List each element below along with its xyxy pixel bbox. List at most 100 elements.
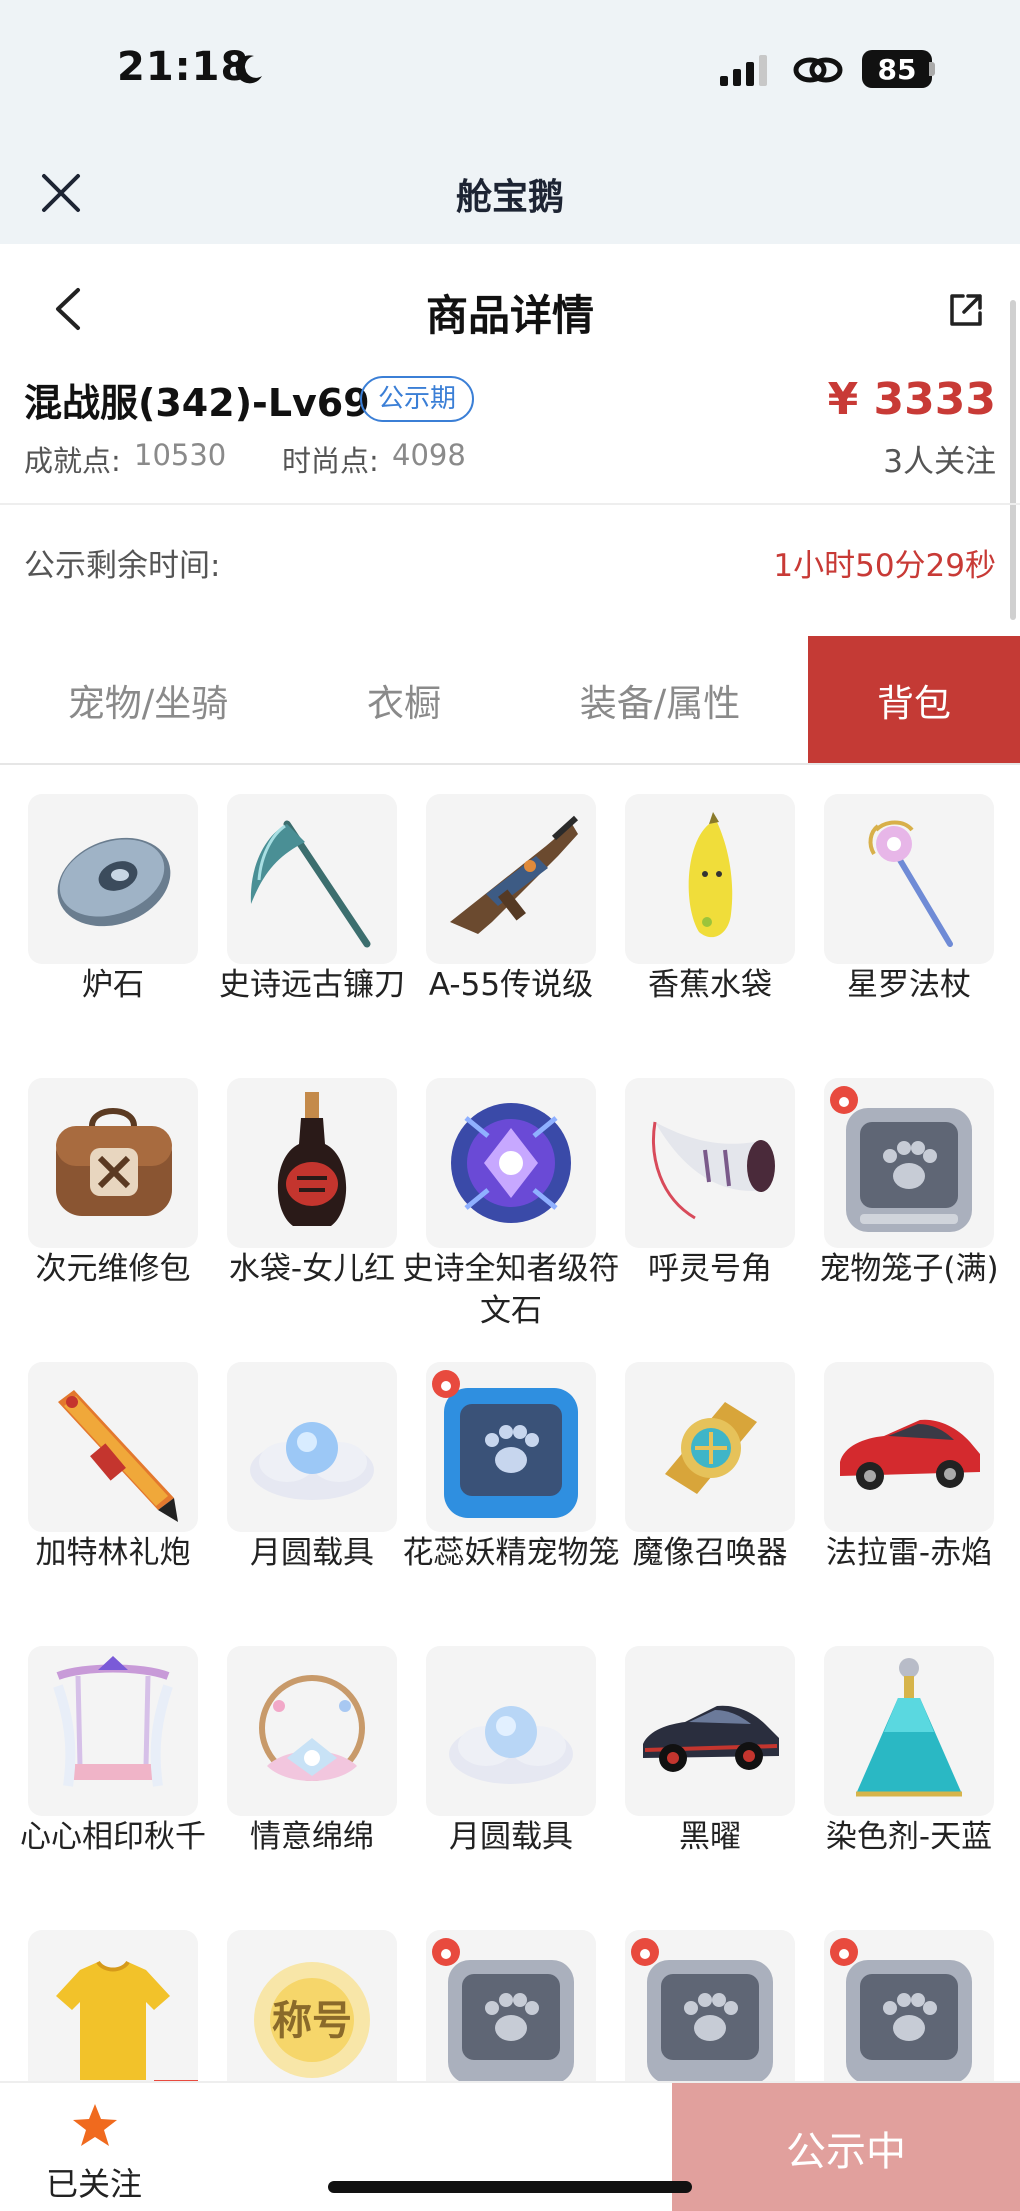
item-label: 炉石	[82, 967, 144, 1003]
item-tile	[824, 794, 994, 964]
item-label: 史诗远古镰刀	[219, 967, 405, 1003]
countdown-value: 1小时50分29秒	[773, 548, 996, 584]
blue-pet-cage-icon	[432, 1370, 578, 1518]
hearthstone-icon	[57, 837, 171, 927]
item-tile	[227, 1362, 397, 1532]
item-label: 法拉雷-赤焰	[825, 1535, 993, 1571]
item-tile	[28, 1078, 198, 1248]
pet-cage-icon	[830, 1938, 972, 2084]
status-bar: 21:18 85	[0, 0, 1020, 140]
tab-equipment[interactable]: 装备/属性	[512, 636, 808, 764]
item-label: 心心相印秋千	[20, 1819, 206, 1855]
achievement-value: 10530	[134, 438, 227, 472]
tab-wardrobe[interactable]: 衣橱	[296, 636, 512, 764]
signal-icon	[720, 55, 767, 86]
product-price: ¥ 3333	[827, 374, 996, 425]
tab-bar: 宠物/坐骑 衣橱 装备/属性 背包	[0, 636, 1020, 764]
item-tile	[625, 1930, 795, 2100]
title-badge-icon: 称号	[254, 1962, 370, 2078]
watcher-count: 3人关注	[883, 444, 996, 480]
staff-icon	[868, 820, 953, 947]
link-icon	[793, 57, 843, 83]
pet-cage-icon	[830, 1086, 972, 1232]
pet-cage-icon	[631, 1938, 773, 2084]
item-label: 月圆载具	[449, 1819, 573, 1855]
item-tile	[28, 1930, 198, 2100]
moon-vehicle-icon	[449, 1706, 573, 1784]
dye-bottle-icon	[856, 1658, 962, 1797]
item-tile	[625, 794, 795, 964]
tab-pets-mounts[interactable]: 宠物/坐骑	[0, 636, 296, 764]
item-tile	[227, 794, 397, 964]
horn-icon	[652, 1121, 775, 1220]
mini-app-nav: 舱宝鹅	[0, 140, 1020, 244]
rifle-icon	[450, 815, 579, 934]
item-label: 香蕉水袋	[648, 967, 772, 1003]
item-tile	[824, 1930, 994, 2100]
item-tile: 称号	[227, 1930, 397, 2100]
item-tile	[426, 1362, 596, 1532]
page-header: 商品详情	[0, 244, 1020, 364]
follow-button[interactable]: 已关注	[46, 2159, 142, 2205]
divider	[0, 503, 1020, 505]
item-label: 黑曜	[679, 1819, 741, 1855]
item-tile	[426, 1078, 596, 1248]
fashion-label: 时尚点:	[282, 444, 379, 478]
item-tile	[227, 1646, 397, 1816]
public-status-button[interactable]: 公示中	[672, 2083, 1020, 2211]
item-label: 月圆载具	[250, 1535, 374, 1571]
battery-tip	[929, 62, 935, 76]
gatling-cannon-icon	[58, 1390, 178, 1522]
item-tile	[625, 1646, 795, 1816]
item-tile	[28, 1362, 198, 1532]
item-label: A-55传说级	[428, 967, 594, 1003]
item-tile	[625, 1078, 795, 1248]
item-tile	[227, 1078, 397, 1248]
item-tile	[426, 794, 596, 964]
item-label: 加特林礼炮	[35, 1535, 191, 1571]
item-tile	[824, 1646, 994, 1816]
wine-bottle-icon	[277, 1092, 347, 1226]
item-label: 水袋-女儿红	[228, 1251, 396, 1287]
status-badge: 公示期	[360, 376, 475, 422]
item-label: 星罗法杖	[847, 967, 971, 1003]
banana-icon	[688, 812, 733, 938]
golem-summoner-icon	[665, 1402, 757, 1494]
item-label: 花蕊妖精宠物笼	[402, 1535, 620, 1571]
item-tile	[28, 1646, 198, 1816]
achievement-label: 成就点:	[24, 444, 121, 478]
fashion-value: 4098	[392, 438, 466, 472]
star-icon[interactable]	[70, 2101, 120, 2151]
product-name: 混战服(342)-Lv69	[24, 381, 370, 425]
scrollbar[interactable]	[1010, 300, 1016, 620]
item-label: 宠物笼子(满)	[819, 1251, 999, 1287]
moon-icon	[235, 55, 262, 84]
item-label: 史诗全知者级符文石	[402, 1251, 620, 1329]
item-tile	[824, 1078, 994, 1248]
black-car-icon	[643, 1705, 779, 1772]
tab-divider	[0, 763, 1020, 765]
rune-stone-icon	[451, 1103, 571, 1223]
red-car-icon	[840, 1419, 980, 1490]
shirt-icon	[56, 1960, 198, 2100]
pet-cage-icon	[432, 1938, 574, 2084]
item-tile	[28, 794, 198, 964]
countdown-label: 公示剩余时间:	[24, 548, 221, 584]
page-title: 商品详情	[425, 291, 594, 340]
item-label: 染色剂-天蓝	[825, 1819, 993, 1855]
share-icon[interactable]	[948, 292, 984, 328]
swing-icon	[53, 1656, 173, 1787]
item-tile	[426, 1930, 596, 2100]
item-tile	[824, 1362, 994, 1532]
tab-backpack[interactable]: 背包	[808, 636, 1020, 764]
home-indicator[interactable]	[328, 2181, 692, 2193]
repair-bag-icon	[56, 1108, 172, 1216]
app-title: 舱宝鹅	[455, 177, 564, 218]
item-label: 魔像召唤器	[632, 1535, 788, 1571]
item-label: 呼灵号角	[648, 1251, 772, 1287]
title-badge-text: 称号	[272, 1998, 352, 2044]
status-time: 21:18	[117, 44, 250, 90]
item-label: 情意绵绵	[250, 1819, 374, 1855]
moon-vehicle-icon	[250, 1422, 374, 1500]
scythe-icon	[250, 820, 371, 948]
